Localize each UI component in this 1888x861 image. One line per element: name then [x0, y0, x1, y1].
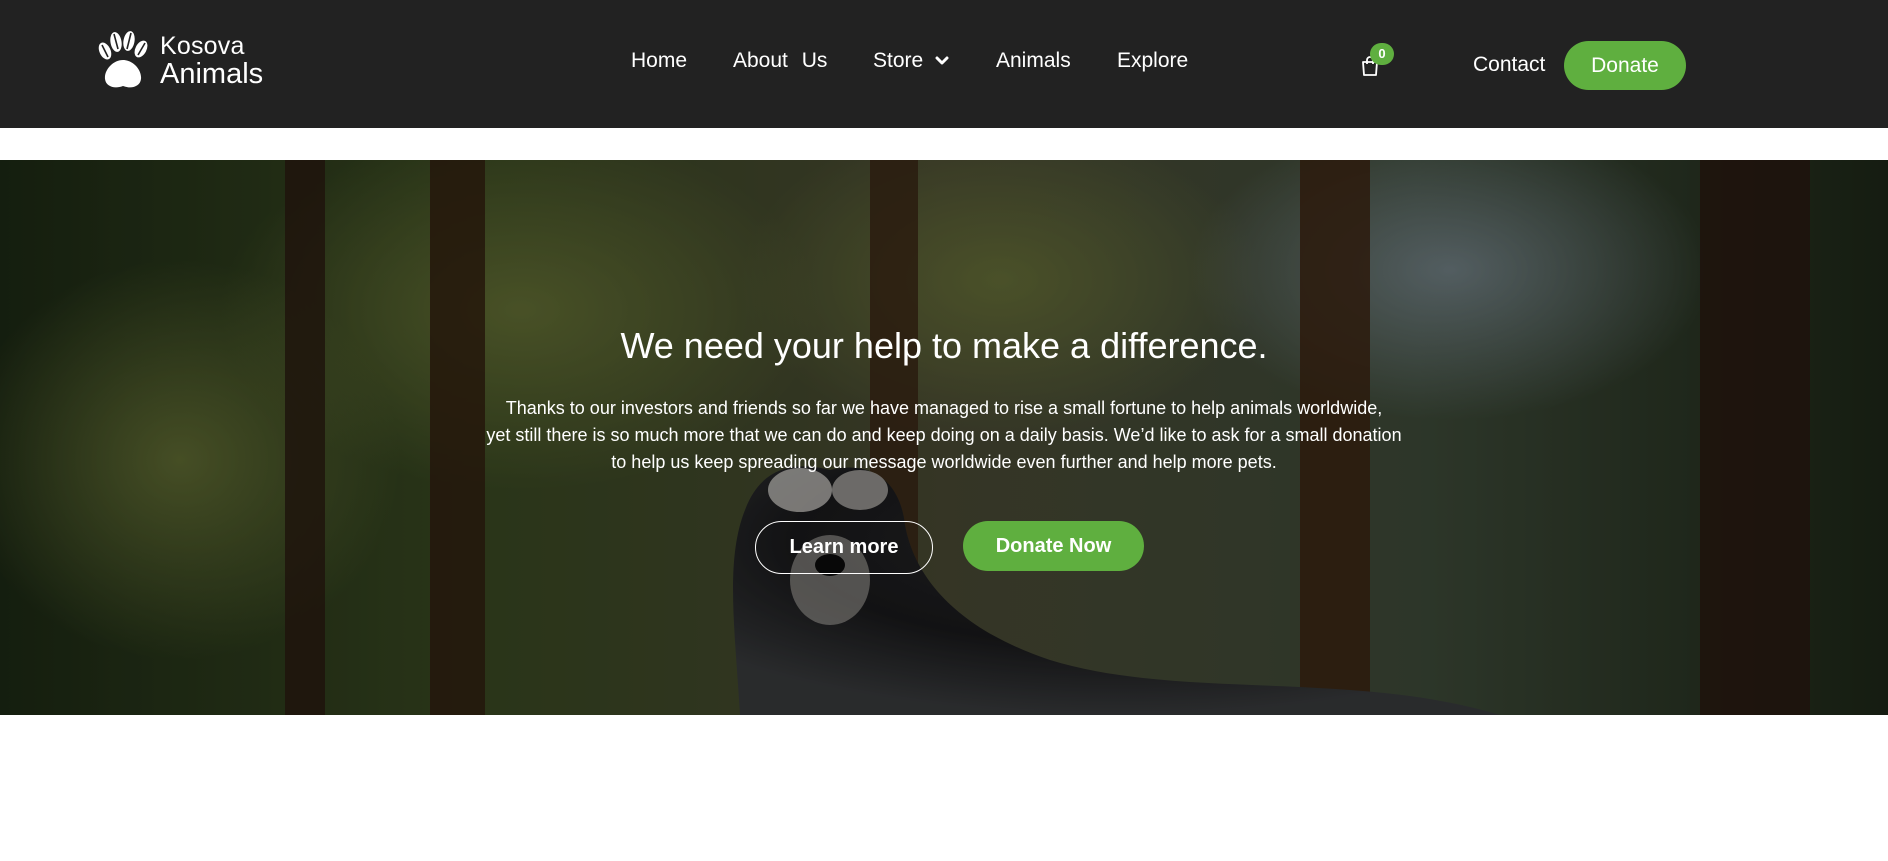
nav-item-animals[interactable]: Animals — [996, 47, 1071, 75]
nav-item-explore[interactable]: Explore — [1117, 47, 1188, 75]
logo-text: Kosova Animals — [160, 31, 264, 90]
chevron-down-icon — [935, 56, 949, 65]
nav-item-store[interactable]: Store — [873, 47, 949, 75]
hero-description-line: Thanks to our investors and friends so f… — [505, 398, 1383, 418]
contact-link[interactable]: Contact — [1473, 51, 1545, 79]
hero-description-line: yet still there is so much more that we … — [486, 425, 1402, 445]
hero-description: Thanks to our investors and friends so f… — [0, 395, 1888, 476]
logo[interactable]: Kosova Animals — [96, 30, 263, 92]
hero-title: We need your help to make a difference. — [620, 325, 1268, 366]
donate-now-button[interactable]: Donate Now — [963, 521, 1144, 571]
logo-line-2: Animals — [160, 57, 264, 90]
hero-description-line: to help us keep spreading our message wo… — [611, 452, 1277, 472]
learn-more-button[interactable]: Learn more — [755, 521, 933, 574]
paw-icon — [98, 31, 148, 88]
nav-item-home[interactable]: Home — [631, 47, 687, 75]
logo-line-1: Kosova — [160, 31, 245, 60]
cart-count-badge: 0 — [1370, 43, 1394, 65]
donate-button[interactable]: Donate — [1564, 41, 1686, 90]
nav-item-about-us[interactable]: About Us — [733, 47, 827, 75]
nav-item-store-label: Store — [873, 49, 924, 72]
site-header: Kosova Animals Home About Us Store Anima… — [0, 0, 1888, 128]
